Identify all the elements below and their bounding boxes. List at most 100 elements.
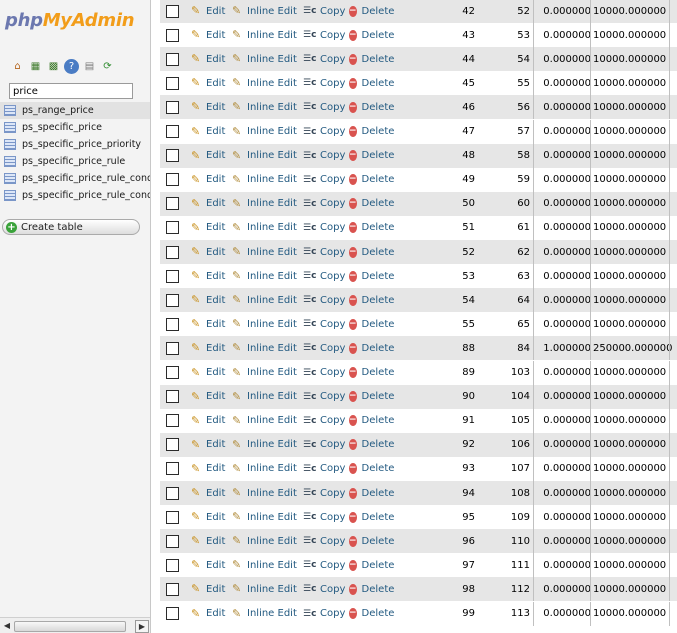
- inline-edit-link[interactable]: ✎ Inline Edit: [232, 101, 303, 113]
- row-checkbox[interactable]: [166, 534, 179, 548]
- inline-edit-link[interactable]: ✎ Inline Edit: [232, 535, 303, 547]
- edit-link[interactable]: ✎ Edit: [191, 438, 232, 451]
- copy-link[interactable]: ☰c Copy: [303, 559, 349, 571]
- row-checkbox[interactable]: [166, 607, 179, 620]
- row-checkbox[interactable]: [166, 438, 179, 452]
- row-checkbox[interactable]: [166, 197, 179, 211]
- table-filter-input[interactable]: [9, 83, 133, 99]
- delete-link[interactable]: − Delete: [349, 342, 394, 354]
- sidebar-table-item[interactable]: ps_specific_price_rule_cond: [0, 170, 150, 187]
- delete-link[interactable]: − Delete: [349, 391, 394, 403]
- edit-link[interactable]: ✎ Edit: [191, 294, 232, 306]
- scroll-left-icon[interactable]: ◀: [1, 620, 13, 631]
- edit-link[interactable]: ✎ Edit: [191, 221, 232, 234]
- table-icon[interactable]: [4, 173, 16, 184]
- sidebar-table-item[interactable]: ps_specific_price_rule: [0, 153, 150, 170]
- row-checkbox[interactable]: [166, 486, 179, 500]
- delete-link[interactable]: − Delete: [349, 294, 394, 306]
- delete-link[interactable]: − Delete: [349, 198, 394, 210]
- scroll-right-icon[interactable]: ▶: [135, 620, 149, 633]
- row-checkbox[interactable]: [166, 76, 179, 90]
- delete-link[interactable]: − Delete: [349, 150, 394, 162]
- inline-edit-link[interactable]: ✎ Inline Edit: [232, 438, 303, 451]
- copy-link[interactable]: ☰c Copy: [303, 101, 349, 113]
- copy-link[interactable]: ☰c Copy: [303, 463, 349, 475]
- row-checkbox[interactable]: [166, 173, 179, 187]
- edit-link[interactable]: ✎ Edit: [191, 5, 232, 17]
- copy-link[interactable]: ☰c Copy: [303, 246, 349, 258]
- inline-edit-link[interactable]: ✎ Inline Edit: [232, 318, 303, 330]
- inline-edit-link[interactable]: ✎ Inline Edit: [232, 462, 303, 475]
- copy-link[interactable]: ☰c Copy: [303, 53, 349, 65]
- sidebar-table-item[interactable]: ps_specific_price: [0, 119, 150, 136]
- copy-link[interactable]: ☰c Copy: [303, 415, 349, 427]
- edit-link[interactable]: ✎ Edit: [191, 607, 232, 620]
- table-icon[interactable]: [4, 105, 16, 116]
- delete-link[interactable]: − Delete: [349, 535, 394, 547]
- delete-link[interactable]: − Delete: [349, 318, 394, 330]
- table-icon[interactable]: [4, 156, 16, 167]
- delete-link[interactable]: − Delete: [349, 270, 394, 282]
- copy-link[interactable]: ☰c Copy: [303, 294, 349, 306]
- home-icon[interactable]: ⌂: [10, 59, 25, 74]
- inline-edit-link[interactable]: ✎ Inline Edit: [232, 53, 303, 65]
- edit-link[interactable]: ✎ Edit: [191, 390, 232, 403]
- delete-link[interactable]: − Delete: [349, 367, 394, 378]
- sidebar-table-item[interactable]: ps_specific_price_priority: [0, 136, 150, 153]
- row-checkbox[interactable]: [166, 390, 179, 404]
- delete-link[interactable]: − Delete: [349, 101, 394, 113]
- help-icon[interactable]: ▤: [82, 59, 97, 74]
- delete-link[interactable]: − Delete: [349, 246, 394, 258]
- inline-edit-link[interactable]: ✎ Inline Edit: [232, 511, 303, 523]
- copy-link[interactable]: ☰c Copy: [303, 342, 349, 354]
- row-checkbox[interactable]: [166, 293, 179, 307]
- copy-link[interactable]: ☰c Copy: [303, 511, 349, 523]
- row-checkbox[interactable]: [166, 558, 179, 572]
- inline-edit-link[interactable]: ✎ Inline Edit: [232, 5, 303, 17]
- edit-link[interactable]: ✎ Edit: [191, 29, 232, 41]
- delete-link[interactable]: − Delete: [349, 608, 394, 619]
- copy-link[interactable]: ☰c Copy: [303, 222, 349, 234]
- copy-link[interactable]: ☰c Copy: [303, 535, 349, 547]
- row-checkbox[interactable]: [166, 510, 179, 524]
- sidebar-table-item[interactable]: ps_range_price: [0, 102, 150, 119]
- copy-link[interactable]: ☰c Copy: [303, 318, 349, 330]
- sidebar-horizontal-scrollbar[interactable]: ◀ ▶: [0, 617, 150, 633]
- copy-link[interactable]: ☰c Copy: [303, 77, 349, 89]
- delete-link[interactable]: − Delete: [349, 53, 394, 65]
- delete-link[interactable]: − Delete: [349, 487, 394, 499]
- docs-icon[interactable]: ?: [64, 59, 79, 74]
- inline-edit-link[interactable]: ✎ Inline Edit: [232, 197, 303, 210]
- delete-link[interactable]: − Delete: [349, 415, 394, 427]
- edit-link[interactable]: ✎ Edit: [191, 511, 232, 523]
- copy-link[interactable]: ☰c Copy: [303, 391, 349, 403]
- edit-link[interactable]: ✎ Edit: [191, 366, 232, 379]
- row-checkbox[interactable]: [166, 245, 179, 259]
- delete-link[interactable]: − Delete: [349, 222, 394, 234]
- row-checkbox[interactable]: [166, 366, 179, 379]
- delete-link[interactable]: − Delete: [349, 5, 394, 17]
- inline-edit-link[interactable]: ✎ Inline Edit: [232, 173, 303, 186]
- edit-link[interactable]: ✎ Edit: [191, 77, 232, 89]
- copy-link[interactable]: ☰c Copy: [303, 439, 349, 451]
- edit-link[interactable]: ✎ Edit: [191, 125, 232, 138]
- copy-link[interactable]: ☰c Copy: [303, 126, 349, 138]
- exit-icon[interactable]: ▦: [28, 59, 43, 74]
- copy-link[interactable]: ☰c Copy: [303, 150, 349, 162]
- row-checkbox[interactable]: [166, 582, 179, 596]
- sql-query-icon[interactable]: ▩: [46, 59, 61, 74]
- inline-edit-link[interactable]: ✎ Inline Edit: [232, 221, 303, 234]
- copy-link[interactable]: ☰c Copy: [303, 174, 349, 186]
- row-checkbox[interactable]: [166, 462, 179, 476]
- row-checkbox[interactable]: [166, 414, 179, 428]
- scrollbar-thumb[interactable]: [14, 621, 126, 632]
- edit-link[interactable]: ✎ Edit: [191, 53, 232, 65]
- phpmyadmin-logo[interactable]: phpMyAdmin: [5, 10, 135, 31]
- inline-edit-link[interactable]: ✎ Inline Edit: [232, 246, 303, 258]
- edit-link[interactable]: ✎ Edit: [191, 414, 232, 427]
- inline-edit-link[interactable]: ✎ Inline Edit: [232, 414, 303, 427]
- edit-link[interactable]: ✎ Edit: [191, 487, 232, 499]
- edit-link[interactable]: ✎ Edit: [191, 318, 232, 330]
- inline-edit-link[interactable]: ✎ Inline Edit: [232, 125, 303, 138]
- sidebar-table-item[interactable]: ps_specific_price_rule_cond: [0, 187, 150, 204]
